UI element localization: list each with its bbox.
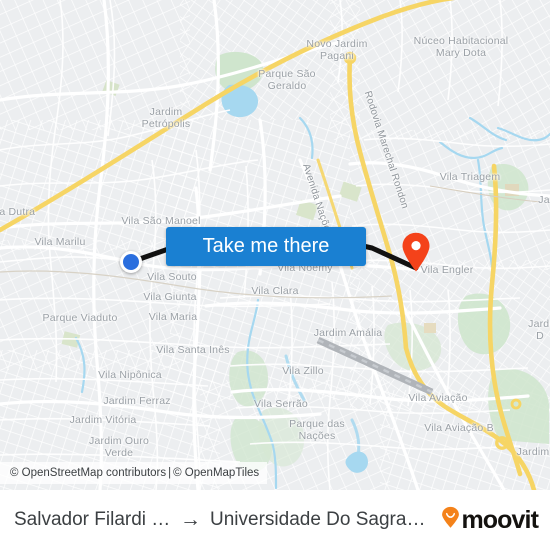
attribution-osm[interactable]: © OpenStreetMap contributors (10, 467, 166, 479)
origin-dot[interactable] (120, 251, 142, 273)
trip-destination-label: Universidade Do Sagrado Co... (210, 509, 433, 530)
arrow-right-icon: → (180, 508, 202, 531)
moovit-wordmark: moovit (461, 505, 538, 534)
attribution-tiles[interactable]: © OpenMapTiles (173, 467, 259, 479)
moovit-pin-icon (441, 506, 460, 534)
moovit-map-screen: Novo Jardim Pagani Núceo Habitacional Mary … (0, 0, 550, 550)
map-canvas[interactable]: Novo Jardim Pagani Núceo Habitacional Mary … (0, 0, 550, 490)
trip-endpoints: Salvador Filardi Qd-... → Universidade D… (14, 508, 433, 532)
destination-pin[interactable] (401, 232, 431, 272)
attribution-separator: | (168, 467, 172, 479)
moovit-logo[interactable]: moovit (441, 505, 539, 535)
trip-summary-bar: Salvador Filardi Qd-... → Universidade D… (0, 490, 550, 550)
trip-origin-label: Salvador Filardi Qd-... (14, 509, 171, 530)
map-attribution: © OpenStreetMap contributors | © OpenMapTi… (0, 462, 268, 484)
take-me-there-button[interactable]: Take me there (166, 227, 366, 266)
